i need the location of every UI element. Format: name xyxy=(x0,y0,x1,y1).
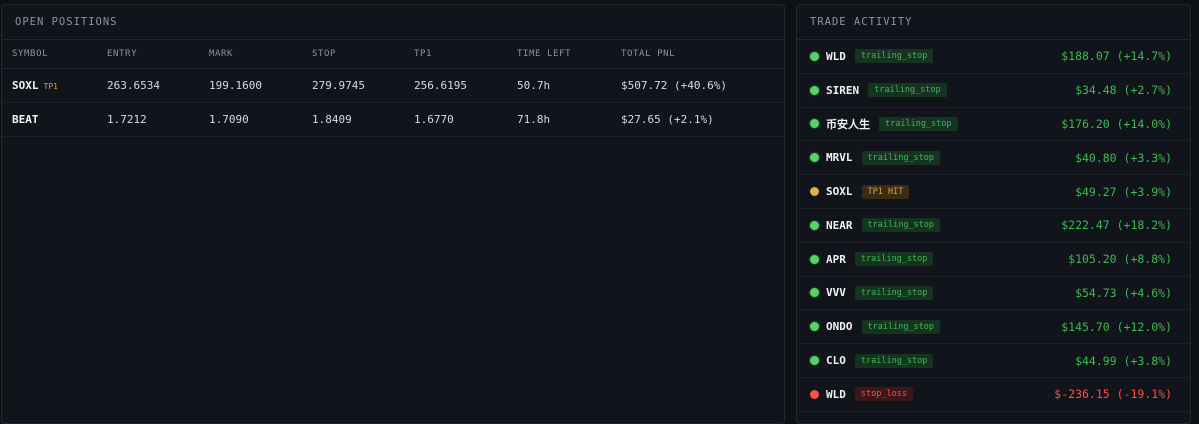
status-dot-icon xyxy=(810,254,819,264)
activity-pnl: $-236.15 (-19.1%) xyxy=(1054,387,1172,402)
activity-symbol: ONDO xyxy=(826,320,853,334)
open-positions-panel: OPEN POSITIONS SYMBOL ENTRY MARK STOP TP… xyxy=(1,4,785,424)
activity-symbol: SOXL xyxy=(826,185,853,199)
status-badge: trailing_stop xyxy=(861,319,941,334)
activity-pnl: $105.20 (+8.8%) xyxy=(1068,252,1172,267)
activity-pnl: $44.99 (+3.8%) xyxy=(1075,353,1172,368)
total-pnl-cell: $27.65 (+2.1%) xyxy=(621,102,784,137)
positions-header-row: SYMBOL ENTRY MARK STOP TP1 TIME LEFT TOT… xyxy=(2,40,784,69)
activity-item[interactable]: WLD stop_loss $-236.15 (-19.1%) xyxy=(797,378,1190,412)
activity-item[interactable]: NEAR trailing_stop $222.47 (+18.2%) xyxy=(797,209,1190,243)
status-dot-icon xyxy=(810,220,819,230)
status-badge: trailing_stop xyxy=(854,49,934,64)
activity-pnl: $49.27 (+3.9%) xyxy=(1075,184,1172,199)
status-badge: trailing_stop xyxy=(854,285,934,300)
positions-table: SYMBOL ENTRY MARK STOP TP1 TIME LEFT TOT… xyxy=(2,40,784,137)
activity-symbol: WLD xyxy=(826,49,846,63)
trade-activity-title: TRADE ACTIVITY xyxy=(797,5,1190,40)
status-dot-icon xyxy=(810,85,819,95)
activity-pnl: $54.73 (+4.6%) xyxy=(1075,285,1172,300)
stop-cell: 279.9745 xyxy=(312,68,414,103)
activity-symbol: WLD xyxy=(826,387,846,401)
trade-activity-panel: TRADE ACTIVITY WLD trailing_stop $188.07 (… xyxy=(796,4,1191,424)
time-left-cell: 71.8h xyxy=(517,102,621,137)
open-positions-title: OPEN POSITIONS xyxy=(2,5,784,40)
activity-pnl: $176.20 (+14.0%) xyxy=(1061,116,1172,131)
activity-item[interactable]: ONDO trailing_stop $145.70 (+12.0%) xyxy=(797,310,1190,345)
table-row[interactable]: BEAT 1.7212 1.7090 1.8409 1.6770 71.8h $… xyxy=(2,102,784,137)
time-left-cell: 50.7h xyxy=(517,68,621,103)
column-header-stop[interactable]: STOP xyxy=(312,40,414,69)
status-badge: stop_loss xyxy=(854,387,913,402)
column-header-symbol[interactable]: SYMBOL xyxy=(2,40,107,69)
status-dot-icon xyxy=(810,389,819,399)
symbol-cell: SOXL TP1 xyxy=(2,68,107,103)
status-dot-icon xyxy=(810,288,819,298)
column-header-entry[interactable]: ENTRY xyxy=(107,40,209,69)
activity-item[interactable]: CLO trailing_stop $44.99 (+3.8%) xyxy=(797,344,1190,378)
symbol-text: BEAT xyxy=(12,113,39,126)
column-header-mark[interactable]: MARK xyxy=(209,40,312,69)
symbol-text: SOXL xyxy=(12,79,39,92)
activity-item[interactable]: WLD trailing_stop $188.07 (+14.7%) xyxy=(797,40,1190,74)
activity-symbol: SIREN xyxy=(826,83,860,97)
activity-item[interactable]: VVV trailing_stop $54.73 (+4.6%) xyxy=(797,277,1190,311)
mark-cell: 199.1600 xyxy=(209,68,312,103)
activity-symbol: MRVL xyxy=(826,151,853,165)
mark-cell: 1.7090 xyxy=(209,102,312,137)
status-badge: trailing_stop xyxy=(854,353,934,368)
activity-item[interactable]: SOXL TP1 HIT $49.27 (+3.9%) xyxy=(797,175,1190,209)
status-badge: trailing_stop xyxy=(868,83,947,98)
stop-cell: 1.8409 xyxy=(312,102,414,137)
status-dot-icon xyxy=(810,356,819,366)
status-badge: trailing_stop xyxy=(854,252,934,267)
status-dot-icon xyxy=(810,153,819,163)
status-badge: trailing_stop xyxy=(879,116,958,131)
status-dot-icon xyxy=(810,119,819,129)
activity-pnl: $145.70 (+12.0%) xyxy=(1061,319,1172,334)
activity-item[interactable]: 币安人生 trailing_stop $176.20 (+14.0%) xyxy=(797,108,1190,142)
status-badge: TP1 HIT xyxy=(861,184,910,199)
total-pnl-cell: $507.72 (+40.6%) xyxy=(621,68,784,103)
activity-pnl: $34.48 (+2.7%) xyxy=(1075,83,1172,98)
column-header-time-left[interactable]: TIME LEFT xyxy=(517,40,621,69)
tp1-tag: TP1 xyxy=(43,82,58,91)
activity-symbol: VVV xyxy=(826,286,846,300)
status-dot-icon xyxy=(810,322,819,332)
trade-activity-list: WLD trailing_stop $188.07 (+14.7%) SIREN tra… xyxy=(797,40,1190,412)
status-badge: trailing_stop xyxy=(861,218,941,233)
activity-pnl: $222.47 (+18.2%) xyxy=(1061,218,1172,233)
activity-pnl: $40.80 (+3.3%) xyxy=(1075,150,1172,165)
status-dot-icon xyxy=(810,51,819,61)
activity-pnl: $188.07 (+14.7%) xyxy=(1061,49,1172,64)
status-dot-icon xyxy=(810,187,819,197)
activity-symbol: APR xyxy=(826,252,846,266)
column-header-total-pnl[interactable]: TOTAL PNL xyxy=(621,40,784,69)
status-badge: trailing_stop xyxy=(861,150,941,165)
activity-item[interactable]: APR trailing_stop $105.20 (+8.8%) xyxy=(797,243,1190,277)
table-row[interactable]: SOXL TP1 263.6534 199.1600 279.9745 256.6… xyxy=(2,68,784,103)
entry-cell: 263.6534 xyxy=(107,68,209,103)
column-header-tp1[interactable]: TP1 xyxy=(414,40,517,69)
activity-symbol: 币安人生 xyxy=(826,117,870,131)
activity-symbol: CLO xyxy=(826,354,846,368)
tp1-cell: 1.6770 xyxy=(414,102,517,137)
tp1-cell: 256.6195 xyxy=(414,68,517,103)
activity-symbol: NEAR xyxy=(826,218,853,232)
symbol-cell: BEAT xyxy=(2,102,107,137)
activity-item[interactable]: SIREN trailing_stop $34.48 (+2.7%) xyxy=(797,74,1190,108)
activity-item[interactable]: MRVL trailing_stop $40.80 (+3.3%) xyxy=(797,141,1190,176)
entry-cell: 1.7212 xyxy=(107,102,209,137)
